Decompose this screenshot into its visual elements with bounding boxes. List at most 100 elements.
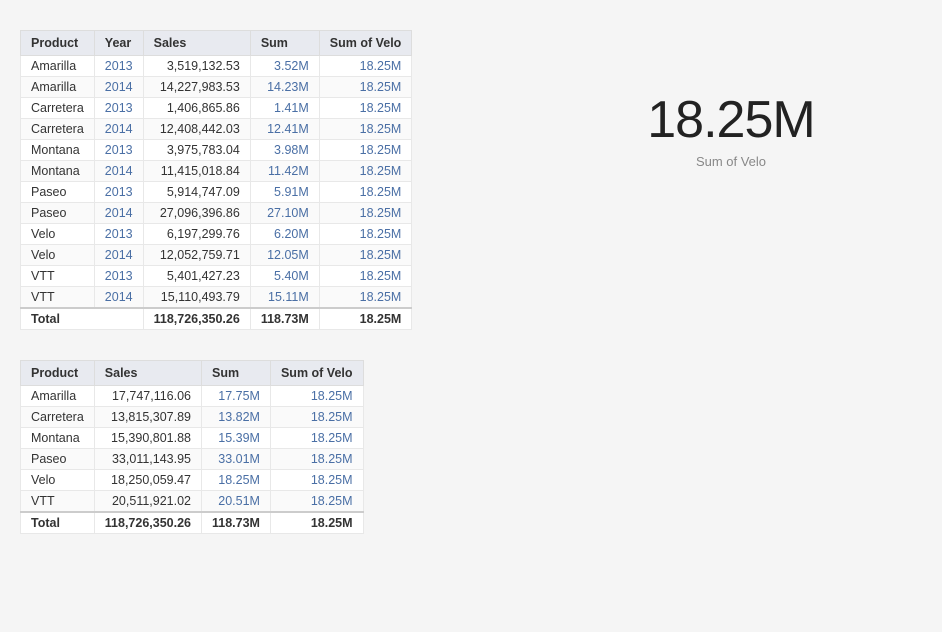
cell-year: 2013 xyxy=(94,98,143,119)
cell-sum: 12.05M xyxy=(250,245,319,266)
table2-container: Product Sales Sum Sum of Velo Amarilla 1… xyxy=(20,360,540,534)
table-row: Carretera 13,815,307.89 13.82M 18.25M xyxy=(21,407,364,428)
table1-header-sales: Sales xyxy=(143,31,250,56)
table1: Product Year Sales Sum Sum of Velo Amari… xyxy=(20,30,412,330)
cell-year: 2013 xyxy=(94,56,143,77)
cell-total-sumvelo: 18.25M xyxy=(270,512,363,534)
table2: Product Sales Sum Sum of Velo Amarilla 1… xyxy=(20,360,364,534)
cell-product: VTT xyxy=(21,491,95,513)
content-area: Product Year Sales Sum Sum of Velo Amari… xyxy=(0,0,942,564)
table2-header-sumvelo: Sum of Velo xyxy=(270,361,363,386)
cell-sales: 15,110,493.79 xyxy=(143,287,250,309)
kpi-label: Sum of Velo xyxy=(696,154,766,169)
cell-sales: 5,401,427.23 xyxy=(143,266,250,287)
cell-sales: 3,975,783.04 xyxy=(143,140,250,161)
cell-sumvelo: 18.25M xyxy=(319,56,412,77)
table2-header-sum: Sum xyxy=(202,361,271,386)
table-total-row: Total 118,726,350.26 118.73M 18.25M xyxy=(21,512,364,534)
table-row: Paseo 2014 27,096,396.86 27.10M 18.25M xyxy=(21,203,412,224)
cell-product: Amarilla xyxy=(21,386,95,407)
cell-sum: 5.91M xyxy=(250,182,319,203)
cell-sum: 11.42M xyxy=(250,161,319,182)
right-panel: 18.25M Sum of Velo xyxy=(540,30,922,169)
cell-year: 2014 xyxy=(94,287,143,309)
table-row: VTT 2013 5,401,427.23 5.40M 18.25M xyxy=(21,266,412,287)
table-row: Paseo 33,011,143.95 33.01M 18.25M xyxy=(21,449,364,470)
cell-product: Paseo xyxy=(21,203,95,224)
cell-sum: 14.23M xyxy=(250,77,319,98)
table-row: Paseo 2013 5,914,747.09 5.91M 18.25M xyxy=(21,182,412,203)
cell-total-sumvelo: 18.25M xyxy=(319,308,412,330)
table-row: Montana 2013 3,975,783.04 3.98M 18.25M xyxy=(21,140,412,161)
cell-sales: 13,815,307.89 xyxy=(94,407,201,428)
cell-year: 2014 xyxy=(94,245,143,266)
table1-container: Product Year Sales Sum Sum of Velo Amari… xyxy=(20,30,540,330)
cell-product: Carretera xyxy=(21,98,95,119)
cell-sum: 12.41M xyxy=(250,119,319,140)
table-row: Montana 2014 11,415,018.84 11.42M 18.25M xyxy=(21,161,412,182)
cell-sumvelo: 18.25M xyxy=(270,428,363,449)
cell-total-label: Total xyxy=(21,512,95,534)
cell-product: Carretera xyxy=(21,407,95,428)
cell-product: Carretera xyxy=(21,119,95,140)
cell-year: 2013 xyxy=(94,266,143,287)
cell-product: Montana xyxy=(21,428,95,449)
cell-sum: 13.82M xyxy=(202,407,271,428)
cell-sum: 5.40M xyxy=(250,266,319,287)
cell-sum: 6.20M xyxy=(250,224,319,245)
cell-sumvelo: 18.25M xyxy=(270,386,363,407)
cell-sales: 33,011,143.95 xyxy=(94,449,201,470)
table1-header-sumvelo: Sum of Velo xyxy=(319,31,412,56)
cell-sales: 17,747,116.06 xyxy=(94,386,201,407)
left-panel: Product Year Sales Sum Sum of Velo Amari… xyxy=(20,30,540,534)
cell-year: 2014 xyxy=(94,77,143,98)
cell-sumvelo: 18.25M xyxy=(319,161,412,182)
cell-sales: 5,914,747.09 xyxy=(143,182,250,203)
cell-product: Velo xyxy=(21,245,95,266)
table-row: Carretera 2013 1,406,865.86 1.41M 18.25M xyxy=(21,98,412,119)
table1-header-sum: Sum xyxy=(250,31,319,56)
cell-sales: 27,096,396.86 xyxy=(143,203,250,224)
cell-sales: 14,227,983.53 xyxy=(143,77,250,98)
cell-sumvelo: 18.25M xyxy=(319,287,412,309)
cell-sales: 12,052,759.71 xyxy=(143,245,250,266)
table-row: Amarilla 17,747,116.06 17.75M 18.25M xyxy=(21,386,364,407)
cell-sumvelo: 18.25M xyxy=(319,224,412,245)
cell-product: Paseo xyxy=(21,182,95,203)
cell-product: Paseo xyxy=(21,449,95,470)
cell-year: 2014 xyxy=(94,203,143,224)
cell-sumvelo: 18.25M xyxy=(319,203,412,224)
cell-product: Velo xyxy=(21,224,95,245)
cell-sum: 17.75M xyxy=(202,386,271,407)
cell-total-sales: 118,726,350.26 xyxy=(94,512,201,534)
cell-sumvelo: 18.25M xyxy=(319,77,412,98)
cell-year: 2014 xyxy=(94,119,143,140)
cell-sales: 12,408,442.03 xyxy=(143,119,250,140)
table-row: Montana 15,390,801.88 15.39M 18.25M xyxy=(21,428,364,449)
table-row: Velo 2014 12,052,759.71 12.05M 18.25M xyxy=(21,245,412,266)
table-row: Velo 2013 6,197,299.76 6.20M 18.25M xyxy=(21,224,412,245)
cell-sumvelo: 18.25M xyxy=(270,407,363,428)
cell-sum: 33.01M xyxy=(202,449,271,470)
cell-sumvelo: 18.25M xyxy=(270,470,363,491)
cell-sum: 15.39M xyxy=(202,428,271,449)
cell-sumvelo: 18.25M xyxy=(270,449,363,470)
cell-product: Montana xyxy=(21,140,95,161)
table1-header-product: Product xyxy=(21,31,95,56)
cell-year: 2014 xyxy=(94,161,143,182)
table-row: VTT 20,511,921.02 20.51M 18.25M xyxy=(21,491,364,513)
cell-total-sales: 118,726,350.26 xyxy=(143,308,250,330)
cell-product: Amarilla xyxy=(21,77,95,98)
cell-sumvelo: 18.25M xyxy=(319,245,412,266)
cell-sales: 15,390,801.88 xyxy=(94,428,201,449)
cell-sum: 1.41M xyxy=(250,98,319,119)
table2-header-sales: Sales xyxy=(94,361,201,386)
table-row: Amarilla 2013 3,519,132.53 3.52M 18.25M xyxy=(21,56,412,77)
cell-product: VTT xyxy=(21,266,95,287)
cell-year: 2013 xyxy=(94,182,143,203)
cell-sum: 20.51M xyxy=(202,491,271,513)
cell-sumvelo: 18.25M xyxy=(319,140,412,161)
cell-year: 2013 xyxy=(94,140,143,161)
table-row: Carretera 2014 12,408,442.03 12.41M 18.2… xyxy=(21,119,412,140)
cell-sumvelo: 18.25M xyxy=(319,266,412,287)
